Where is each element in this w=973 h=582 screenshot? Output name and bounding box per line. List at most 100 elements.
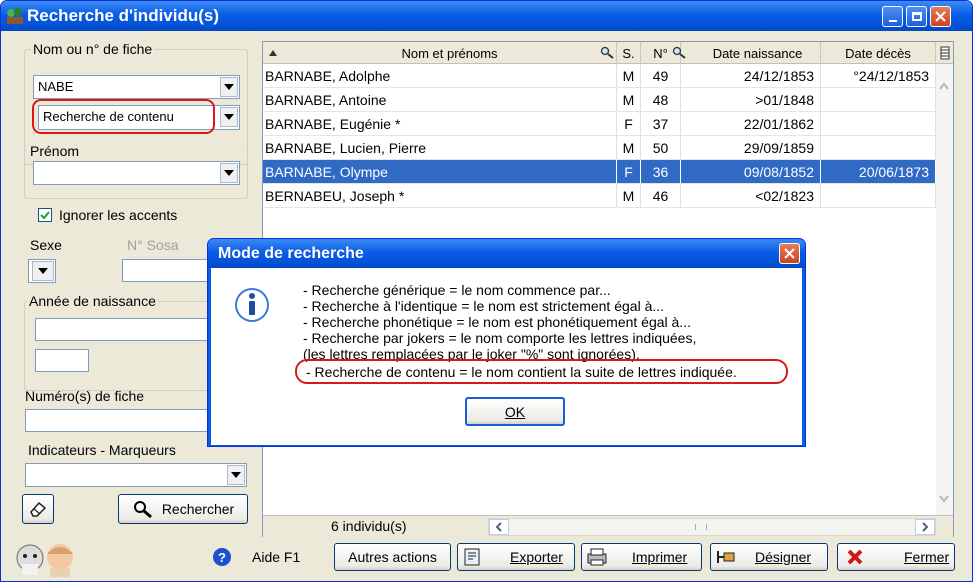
chevron-down-icon[interactable] [220, 107, 238, 127]
exporter-button[interactable]: Exporter [457, 543, 575, 571]
minimize-button[interactable] [882, 6, 903, 27]
table-row[interactable]: BARNABE, Eugénie * F 37 22/01/1862 [263, 112, 936, 136]
table-row[interactable]: BARNABE, Lucien, Pierre M 50 29/09/1859 [263, 136, 936, 160]
table-cell-nom: BERNABEU, Joseph * [263, 184, 617, 207]
chevron-left-icon[interactable] [489, 519, 509, 535]
ok-button[interactable]: OK [465, 397, 565, 426]
mode-recherche-dialog: Mode de recherche - Recherche générique … [207, 238, 806, 447]
table-cell-naissance: 29/09/1859 [681, 136, 821, 159]
table-row[interactable]: BERNABEU, Joseph * M 46 <02/1823 [263, 184, 936, 208]
sort-icon[interactable] [263, 42, 283, 64]
chevron-up-icon[interactable] [939, 82, 949, 90]
table-row[interactable]: BARNABE, Olympe F 36 09/08/1852 20/06/1873 [263, 160, 936, 184]
table-cell-nom: BARNABE, Eugénie * [263, 112, 617, 135]
checkmark-icon [40, 211, 50, 220]
table-cell-num: 46 [641, 184, 681, 207]
ancestors-icon [16, 544, 73, 577]
chevron-down-icon[interactable] [227, 465, 245, 485]
search-icon [133, 501, 152, 519]
rechercher-label: Rechercher [161, 501, 235, 517]
horizontal-scrollbar[interactable] [488, 518, 936, 536]
sexe-combo[interactable] [28, 259, 56, 283]
name-value: NABE [38, 79, 74, 94]
designer-button[interactable]: Désigner [710, 543, 828, 571]
dialog-titlebar: Mode de recherche [208, 239, 805, 268]
chevron-down-icon[interactable] [220, 77, 238, 97]
dialog-title: Mode de recherche [218, 244, 364, 262]
column-chooser-icon[interactable] [936, 42, 953, 64]
table-cell-sexe: F [617, 160, 641, 183]
table-cell-sexe: M [617, 88, 641, 111]
annotation-highlight [295, 359, 788, 384]
dialog-close-button[interactable] [779, 243, 800, 264]
table-cell-sexe: F [617, 112, 641, 135]
printer-icon [587, 548, 607, 566]
close-button[interactable] [930, 6, 951, 27]
grid-footer: 6 individu(s) [263, 515, 953, 537]
table-cell-num: 49 [641, 64, 681, 87]
annee-from-field[interactable] [35, 318, 213, 341]
close-icon [935, 11, 946, 22]
help-icon-button[interactable]: ? [207, 543, 237, 571]
family-tree-icon [7, 8, 23, 24]
col-header-sexe[interactable]: S. [617, 42, 641, 64]
sosa-label: N° Sosa [127, 237, 179, 253]
eraser-icon [30, 501, 47, 517]
search-window: Recherche d'individu(s) Nom ou n° de fic… [0, 0, 973, 582]
chevron-down-icon[interactable] [939, 495, 949, 503]
table-cell-sexe: M [617, 136, 641, 159]
col-header-deces[interactable]: Date décès [821, 42, 936, 64]
indicateurs-combo[interactable] [25, 463, 247, 487]
close-icon [784, 248, 795, 259]
ignore-accents-label: Ignorer les accents [59, 207, 178, 223]
aide-label[interactable]: Aide F1 [252, 549, 300, 565]
select-person-icon [717, 551, 735, 563]
maximize-button[interactable] [906, 6, 927, 27]
col-header-numero[interactable]: N° [641, 42, 686, 64]
window-title: Recherche d'individu(s) [27, 6, 220, 25]
dialog-line: - Recherche par jokers = le nom comporte… [303, 330, 697, 346]
table-cell-nom: BARNABE, Lucien, Pierre [263, 136, 617, 159]
col-header-naissance[interactable]: Date naissance [681, 42, 821, 64]
autres-actions-button[interactable]: Autres actions [334, 543, 451, 571]
chevron-down-icon[interactable] [32, 261, 54, 281]
table-cell-deces: 20/06/1873 [821, 160, 936, 183]
ignore-accents-checkbox[interactable] [38, 208, 52, 222]
name-group-label: Nom ou n° de fiche [31, 41, 155, 57]
chevron-down-icon[interactable] [220, 163, 238, 183]
dialog-line: - Recherche à l'identique = le nom est s… [303, 298, 665, 314]
name-combo[interactable]: NABE [33, 75, 240, 99]
info-icon [235, 288, 269, 322]
export-icon [464, 548, 480, 566]
scroll-thumb-grip[interactable] [695, 524, 707, 530]
window-titlebar: Recherche d'individu(s) [1, 1, 972, 31]
imprimer-button[interactable]: Imprimer [581, 543, 702, 571]
annee-to-field[interactable] [35, 349, 89, 372]
clear-button[interactable] [22, 494, 54, 524]
grid-header: Nom et prénoms S. N° Date naissance Date… [263, 42, 953, 64]
prenom-combo[interactable] [33, 161, 240, 185]
col-header-nom[interactable]: Nom et prénoms [283, 42, 617, 64]
dialog-line: - Recherche générique = le nom commence … [303, 282, 611, 298]
table-row[interactable]: BARNABE, Antoine M 48 >01/1848 [263, 88, 936, 112]
table-cell-nom: BARNABE, Antoine [263, 88, 617, 111]
prenom-label: Prénom [28, 143, 82, 159]
rechercher-button[interactable]: Rechercher [118, 494, 248, 524]
table-cell-naissance: 22/01/1862 [681, 112, 821, 135]
vertical-scrollbar[interactable] [936, 64, 953, 515]
search-icon [600, 46, 614, 59]
numero-fiche-field[interactable] [25, 409, 215, 432]
table-cell-num: 36 [641, 160, 681, 183]
chevron-right-icon[interactable] [915, 519, 935, 535]
table-cell-sexe: M [617, 184, 641, 207]
table-cell-naissance: 24/12/1853 [681, 64, 821, 87]
table-row[interactable]: BARNABE, Adolphe M 49 24/12/1853 °24/12/1853 [263, 64, 936, 88]
table-cell-num: 50 [641, 136, 681, 159]
table-cell-num: 37 [641, 112, 681, 135]
table-cell-naissance: <02/1823 [681, 184, 821, 207]
close-icon [847, 549, 863, 565]
table-cell-deces [821, 136, 936, 159]
table-cell-naissance: 09/08/1852 [681, 160, 821, 183]
sosa-field[interactable] [122, 259, 212, 282]
fermer-button[interactable]: Fermer [837, 543, 955, 571]
